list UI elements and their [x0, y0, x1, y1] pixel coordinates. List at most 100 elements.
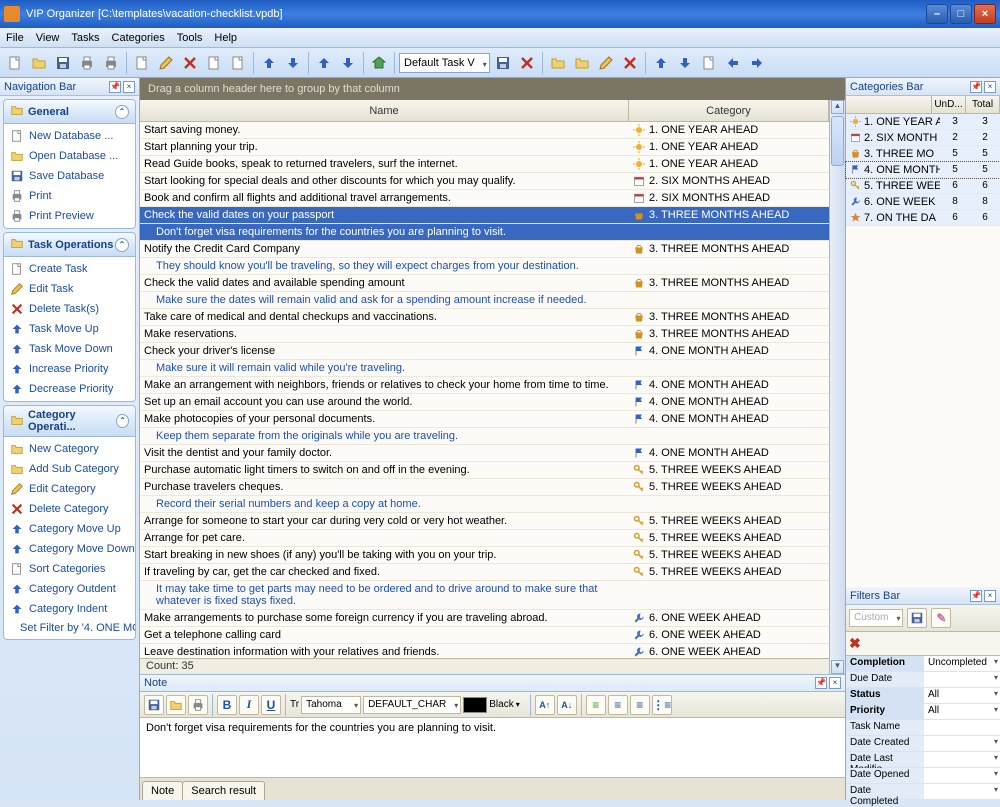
table-row[interactable]: Make an arrangement with neighbors, frie… — [140, 377, 829, 394]
nav-item[interactable]: Category Indent — [4, 599, 135, 619]
nav-section-header[interactable]: General⌃ — [4, 100, 135, 124]
print-button[interactable] — [76, 52, 98, 74]
nav-item[interactable]: Category Outdent — [4, 579, 135, 599]
layout-combo[interactable]: Default Task V — [399, 53, 490, 73]
delete-task-button[interactable] — [179, 52, 201, 74]
nav-section-header[interactable]: Task Operations⌃ — [4, 233, 135, 257]
table-row[interactable]: Check the valid dates and available spen… — [140, 275, 829, 292]
note-open-button[interactable] — [166, 695, 186, 715]
table-row[interactable]: Book and confirm all flights and additio… — [140, 190, 829, 207]
table-row[interactable]: Start saving money.1. ONE YEAR AHEAD — [140, 122, 829, 139]
nav-item[interactable]: Add Sub Category — [4, 459, 135, 479]
cat-down-button[interactable] — [674, 52, 696, 74]
table-row[interactable]: If traveling by car, get the car checked… — [140, 564, 829, 581]
filter-value[interactable] — [924, 736, 1000, 751]
add-subcategory-button[interactable] — [571, 52, 593, 74]
grid-body[interactable]: Start saving money.1. ONE YEAR AHEADStar… — [140, 122, 829, 658]
inc-font-button[interactable]: A↑ — [535, 695, 555, 715]
table-row[interactable]: Start breaking in new shoes (if any) you… — [140, 547, 829, 564]
note-print-button[interactable] — [188, 695, 208, 715]
table-row[interactable]: Check your driver's license4. ONE MONTH … — [140, 343, 829, 360]
home-button[interactable] — [368, 52, 390, 74]
grid-scrollbar[interactable]: ▲▼ — [829, 100, 845, 674]
save-layout-button[interactable] — [492, 52, 514, 74]
indent-button[interactable] — [746, 52, 768, 74]
menu-tools[interactable]: Tools — [177, 32, 203, 44]
nav-item[interactable]: Create Task — [4, 259, 135, 279]
table-row[interactable]: Purchase travelers cheques.5. THREE WEEK… — [140, 479, 829, 496]
table-row[interactable]: Start planning your trip.1. ONE YEAR AHE… — [140, 139, 829, 156]
color-swatch[interactable] — [463, 697, 487, 713]
table-row-note[interactable]: Record their serial numbers and keep a c… — [140, 496, 829, 513]
nav-item[interactable]: Open Database ... — [4, 146, 135, 166]
align-left-button[interactable]: ≡ — [586, 695, 606, 715]
nav-pin-button[interactable]: 📌 — [109, 81, 121, 93]
catbar-close-button[interactable]: × — [984, 81, 996, 93]
minimize-button[interactable]: – — [926, 4, 948, 24]
col-name-header[interactable]: Name — [140, 100, 629, 121]
catbar-pin-button[interactable]: 📌 — [970, 81, 982, 93]
priority-down-button[interactable] — [337, 52, 359, 74]
table-row[interactable]: Make photocopies of your personal docume… — [140, 411, 829, 428]
align-center-button[interactable]: ≡ — [608, 695, 628, 715]
nav-item[interactable]: Sort Categories — [4, 559, 135, 579]
category-row[interactable]: 5. THREE WEE66 — [846, 178, 1000, 194]
table-row[interactable]: Purchase automatic light timers to switc… — [140, 462, 829, 479]
nav-item[interactable]: Category Move Down — [4, 539, 135, 559]
menu-file[interactable]: File — [6, 32, 24, 44]
dec-font-button[interactable]: A↓ — [557, 695, 577, 715]
open-db-button[interactable] — [28, 52, 50, 74]
category-row[interactable]: 2. SIX MONTH22 — [846, 130, 1000, 146]
menu-help[interactable]: Help — [214, 32, 237, 44]
nav-section-header[interactable]: Category Operati...⌃ — [4, 406, 135, 437]
filter-value[interactable]: All — [924, 704, 1000, 719]
nav-item[interactable]: Decrease Priority — [4, 379, 135, 399]
filter-clear-button[interactable]: ✎ — [931, 608, 951, 628]
nav-close-button[interactable]: × — [123, 81, 135, 93]
note-pin-button[interactable]: 📌 — [815, 677, 827, 689]
delete-layout-button[interactable] — [516, 52, 538, 74]
table-row[interactable]: Start looking for special deals and othe… — [140, 173, 829, 190]
table-row-note[interactable]: Make sure the dates will remain valid an… — [140, 292, 829, 309]
close-button[interactable]: × — [974, 4, 996, 24]
cat-up-button[interactable] — [650, 52, 672, 74]
table-row-note[interactable]: Make sure it will remain valid while you… — [140, 360, 829, 377]
category-row[interactable]: 3. THREE MO55 — [846, 146, 1000, 162]
filter-value[interactable] — [924, 768, 1000, 783]
table-row[interactable]: Arrange for pet care.5. THREE WEEKS AHEA… — [140, 530, 829, 547]
note-textarea[interactable]: Don't forget visa requirements for the c… — [140, 718, 845, 778]
nav-item[interactable]: Delete Task(s) — [4, 299, 135, 319]
filter-value[interactable] — [924, 784, 1000, 799]
tab-note[interactable]: Note — [142, 781, 183, 800]
maximize-button[interactable]: □ — [950, 4, 972, 24]
group-by-hint[interactable]: Drag a column header here to group by th… — [140, 78, 845, 100]
table-row[interactable]: Leave destination information with your … — [140, 644, 829, 658]
table-row[interactable]: Check the valid dates on your passport3.… — [140, 207, 829, 224]
table-row[interactable]: Set up an email account you can use arou… — [140, 394, 829, 411]
col-total-header[interactable]: Total — [966, 96, 1000, 113]
font-combo[interactable]: Tahoma — [301, 696, 361, 714]
nav-item[interactable]: Print — [4, 186, 135, 206]
tab-search-result[interactable]: Search result — [182, 781, 265, 800]
col-undone-header[interactable]: UnD... — [932, 96, 966, 113]
menu-tasks[interactable]: Tasks — [71, 32, 99, 44]
paste-button[interactable] — [227, 52, 249, 74]
filter-apply-button[interactable] — [907, 608, 927, 628]
nav-item[interactable]: Category Move Up — [4, 519, 135, 539]
filters-close-button[interactable]: × — [984, 590, 996, 602]
filter-value[interactable]: Uncompleted — [924, 656, 1000, 671]
category-row[interactable]: 6. ONE WEEK88 — [846, 194, 1000, 210]
table-row[interactable]: Take care of medical and dental checkups… — [140, 309, 829, 326]
nav-item-filter[interactable]: Set Filter by '4. ONE MON... — [4, 619, 135, 637]
note-save-button[interactable] — [144, 695, 164, 715]
italic-button[interactable]: I — [239, 695, 259, 715]
new-db-button[interactable] — [4, 52, 26, 74]
copy-button[interactable] — [203, 52, 225, 74]
edit-category-button[interactable] — [595, 52, 617, 74]
nav-item[interactable]: Delete Category — [4, 499, 135, 519]
save-db-button[interactable] — [52, 52, 74, 74]
table-row[interactable]: Read Guide books, speak to returned trav… — [140, 156, 829, 173]
nav-item[interactable]: Save Database — [4, 166, 135, 186]
table-row-note[interactable]: Keep them separate from the originals wh… — [140, 428, 829, 445]
outdent-button[interactable] — [722, 52, 744, 74]
